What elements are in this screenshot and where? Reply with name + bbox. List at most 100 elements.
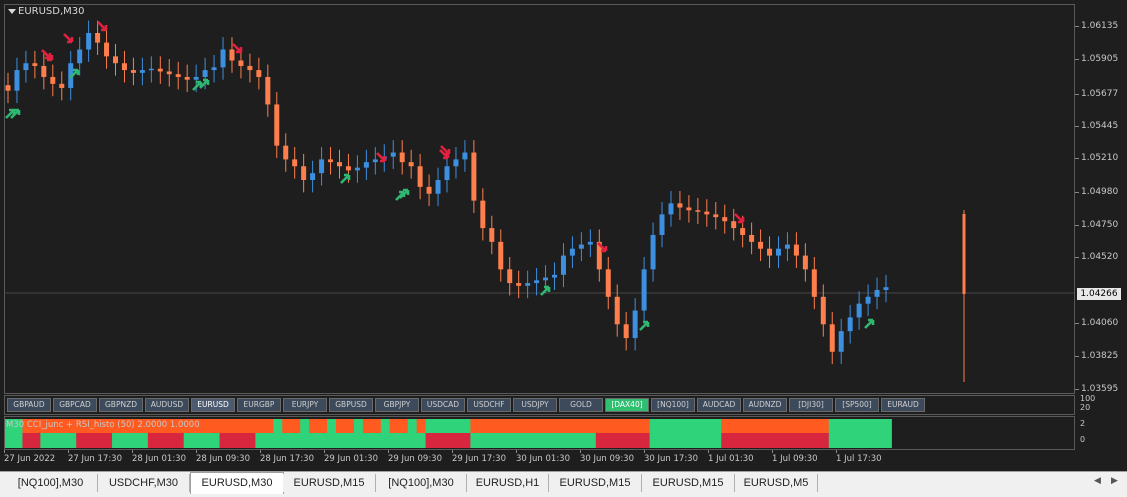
histogram-bar xyxy=(336,433,346,448)
symbol-button-usdcad[interactable]: USDCAD xyxy=(421,398,465,412)
candle xyxy=(113,43,119,76)
histogram-bar xyxy=(533,433,543,448)
candle xyxy=(319,147,325,186)
price-axis[interactable]: 1.06135 1.05905 1.05677 1.05445 1.05210 1.049… xyxy=(1074,4,1123,394)
time-tick: 1 Jul 17:30 xyxy=(836,450,882,464)
symbol-button-audusd[interactable]: AUDUSD xyxy=(145,398,189,412)
symbol-button-sp500[interactable]: [SP500] xyxy=(835,398,879,412)
histogram-bar xyxy=(174,433,185,448)
candle xyxy=(471,140,477,213)
tab-usdchfm30[interactable]: USDCHF,M30 xyxy=(98,474,190,492)
current-price-label: 1.04266 xyxy=(1077,288,1121,300)
histogram-bar xyxy=(873,433,883,448)
tab-scroll-right-icon[interactable]: ▶ xyxy=(1111,476,1118,486)
candle xyxy=(220,37,226,80)
tab-eurusdm15[interactable]: EURUSD,M15 xyxy=(549,474,642,492)
symbol-button-bar: GBPAUD GBPCAD GBPNZD AUDUSD EURUSD EURGBP EURJ… xyxy=(4,395,1075,415)
candle xyxy=(587,229,593,257)
symbol-button-audnzd[interactable]: AUDNZD xyxy=(743,398,787,412)
time-tick: 1 Jul 01:30 xyxy=(708,450,754,464)
histogram-bar xyxy=(712,419,722,433)
candle xyxy=(811,256,817,310)
indicator-axis: 2 0 xyxy=(1080,416,1085,445)
histogram-bar xyxy=(542,433,552,448)
histogram-bar xyxy=(398,433,409,448)
symbol-button-usdjpy[interactable]: USDJPY xyxy=(513,398,557,412)
histogram-bar xyxy=(837,433,848,448)
histogram-bar xyxy=(506,419,516,433)
histogram-bar xyxy=(828,433,839,448)
histogram-bar xyxy=(676,419,686,433)
symbol-button-audcad[interactable]: AUDCAD xyxy=(697,398,741,412)
time-tick: 30 Jun 01:30 xyxy=(516,450,570,464)
histogram-bar xyxy=(434,419,444,433)
symbol-button-eurjpy[interactable]: EURJPY xyxy=(283,398,327,412)
symbol-button-gbpnzd[interactable]: GBPNZD xyxy=(99,398,143,412)
histogram-bar xyxy=(183,433,194,448)
histogram-bar xyxy=(604,419,615,433)
histogram-bar xyxy=(846,433,857,448)
buy-arrow-icon xyxy=(864,318,875,329)
candle xyxy=(856,291,862,330)
histogram-bar xyxy=(694,419,704,433)
symbol-button-usdchf[interactable]: USDCHF xyxy=(467,398,511,412)
histogram-bar xyxy=(398,419,409,433)
histogram-bar xyxy=(658,419,668,433)
histogram-bar xyxy=(855,419,866,433)
candle xyxy=(865,284,871,317)
histogram-bar xyxy=(120,433,131,448)
histogram-bar xyxy=(533,419,543,433)
histogram-bar xyxy=(801,419,812,433)
candle xyxy=(5,72,11,104)
time-axis[interactable]: 27 Jun 2022 27 Jun 17:30 28 Jun 01:30 28 Ju… xyxy=(4,450,1075,467)
symbol-button-dax40[interactable]: [DAX40] xyxy=(605,398,649,412)
tab-eurusdm15[interactable]: EURUSD,M15 xyxy=(283,474,376,492)
tab-eurusdm5[interactable]: EURUSD,M5 xyxy=(735,474,818,492)
symbol-button-eurusd[interactable]: EURUSD xyxy=(191,398,235,412)
symbol-button-eurgbp[interactable]: EURGBP xyxy=(237,398,281,412)
tab-nq100m30[interactable]: [NQ100],M30 xyxy=(4,474,98,492)
sell-arrow-icon xyxy=(97,21,108,32)
histogram-bar xyxy=(255,419,265,433)
symbol-button-nq100[interactable]: [NQ100] xyxy=(651,398,695,412)
tab-eurusdm15[interactable]: EURUSD,M15 xyxy=(642,474,735,492)
symbol-button-gbpaud[interactable]: GBPAUD xyxy=(7,398,51,412)
candle xyxy=(175,61,181,90)
candle xyxy=(883,274,889,303)
symbol-bar-axis: 100 20 xyxy=(1080,395,1095,413)
histogram-bar xyxy=(461,419,471,433)
histogram-bar xyxy=(730,419,740,433)
symbol-button-gold[interactable]: GOLD xyxy=(559,398,603,412)
histogram-bar xyxy=(5,433,14,448)
tab-eurusdm30[interactable]: EURUSD,M30 xyxy=(190,472,284,494)
candle xyxy=(14,57,20,104)
symbol-button-dji30[interactable]: [DJI30] xyxy=(789,398,833,412)
histogram-bar xyxy=(685,419,695,433)
tab-scroll-left-icon[interactable]: ◀ xyxy=(1094,476,1101,486)
symbol-button-euraud[interactable]: EURAUD xyxy=(881,398,925,412)
symbol-button-gbpjpy[interactable]: GBPJPY xyxy=(375,398,419,412)
symbol-button-gbpcad[interactable]: GBPCAD xyxy=(53,398,97,412)
candle xyxy=(820,284,826,337)
candle xyxy=(417,153,423,200)
candle xyxy=(847,305,853,344)
indicator-axis-top: 2 xyxy=(1080,419,1086,428)
histogram-bar xyxy=(649,433,659,448)
time-tick: 30 Jun 17:30 xyxy=(644,450,698,464)
price-tick: 1.04520 xyxy=(1074,252,1119,262)
histogram-bar xyxy=(219,433,229,448)
candle xyxy=(516,270,522,299)
tab-eurusdh1[interactable]: EURUSD,H1 xyxy=(467,474,549,492)
symbol-button-gbpusd[interactable]: GBPUSD xyxy=(329,398,373,412)
candle xyxy=(767,236,773,268)
candle xyxy=(534,267,540,296)
candle xyxy=(784,232,790,262)
price-tick: 1.06135 xyxy=(1074,21,1119,31)
tab-nq100m30[interactable]: [NQ100],M30 xyxy=(376,474,467,492)
histogram-bar xyxy=(524,433,534,448)
histogram-bar xyxy=(667,433,677,448)
histogram-bar xyxy=(85,433,95,448)
histogram-bar xyxy=(156,433,167,448)
candle xyxy=(354,155,360,183)
histogram-bar xyxy=(147,433,158,448)
